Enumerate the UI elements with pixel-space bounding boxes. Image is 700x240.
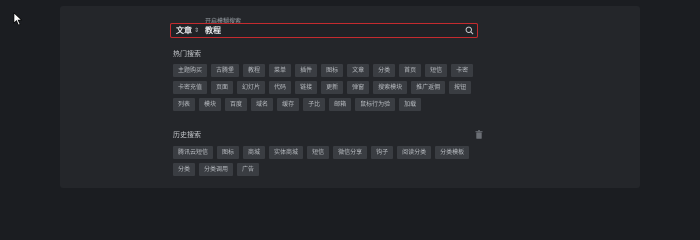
hot-tag[interactable]: 百度 — [225, 98, 248, 111]
hot-tag[interactable]: 菜单 — [269, 64, 292, 77]
hot-tag[interactable]: 文章 — [347, 64, 370, 77]
hot-tag[interactable]: 按钮 — [449, 81, 472, 94]
hot-tag[interactable]: 邮箱 — [329, 98, 352, 111]
history-search-title: 历史搜索 — [173, 131, 201, 139]
hot-tag[interactable]: 古腾堡 — [211, 64, 240, 77]
history-tag[interactable]: 短信 — [307, 146, 330, 159]
hot-tag[interactable]: 插件 — [295, 64, 318, 77]
hot-tag[interactable]: 页面 — [211, 81, 234, 94]
history-tag[interactable]: 广告 — [237, 163, 260, 176]
hot-tag[interactable]: 分类 — [373, 64, 396, 77]
hot-tag[interactable]: 链接 — [295, 81, 318, 94]
hot-tag[interactable]: 教程 — [243, 64, 266, 77]
history-tag[interactable]: 微信分享 — [333, 146, 368, 159]
history-tag[interactable]: 分类 — [173, 163, 196, 176]
history-tag[interactable]: 分类调用 — [199, 163, 234, 176]
hot-tag[interactable]: 鼠标行为验 — [355, 98, 396, 111]
hot-tag[interactable]: 代码 — [269, 81, 292, 94]
search-scope-select[interactable]: 文章 ⇕ — [171, 24, 203, 37]
history-tag[interactable]: 腾讯云短信 — [173, 146, 214, 159]
hot-tag[interactable]: 模块 — [199, 98, 222, 111]
hot-tag[interactable]: 推广返佣 — [411, 81, 446, 94]
history-tag[interactable]: 实体商城 — [269, 146, 304, 159]
history-search-tags: 腾讯云短信 图标 商城 实体商城 短信 微信分享 钩子 阅读分类 分类模板 分类… — [173, 146, 489, 176]
hot-tag[interactable]: 主题购买 — [173, 64, 208, 77]
hot-tag[interactable]: 搜索模块 — [373, 81, 408, 94]
hot-tag[interactable]: 域名 — [251, 98, 274, 111]
hot-tag[interactable]: 幻灯片 — [237, 81, 266, 94]
hot-search-tags: 主题购买 古腾堡 教程 菜单 插件 图标 文章 分类 首页 短信 卡密 卡密充值… — [173, 64, 489, 111]
hot-tag[interactable]: 卡密充值 — [173, 81, 208, 94]
history-tag[interactable]: 商城 — [243, 146, 266, 159]
history-tag[interactable]: 分类模板 — [435, 146, 470, 159]
hot-tag[interactable]: 卡密 — [451, 64, 474, 77]
hot-tag[interactable]: 子比 — [303, 98, 326, 111]
search-bar: 文章 ⇕ 教程 — [170, 23, 478, 38]
hot-tag[interactable]: 首页 — [399, 64, 422, 77]
hot-tag[interactable]: 缓存 — [277, 98, 300, 111]
history-tag[interactable]: 图标 — [217, 146, 240, 159]
search-input[interactable]: 教程 — [203, 25, 465, 36]
hot-tag[interactable]: 加载 — [399, 98, 422, 111]
hot-tag[interactable]: 图标 — [321, 64, 344, 77]
search-icon[interactable] — [465, 26, 474, 35]
sort-caret-icon: ⇕ — [194, 27, 200, 34]
hot-tag[interactable]: 短信 — [425, 64, 448, 77]
search-panel: 开启模糊搜索 文章 ⇕ 教程 热门搜索 主题购买 古腾堡 教程 菜单 插件 图标… — [60, 6, 640, 188]
history-tag[interactable]: 阅读分类 — [397, 146, 432, 159]
hot-tag[interactable]: 更新 — [321, 81, 344, 94]
hot-tag[interactable]: 列表 — [173, 98, 196, 111]
history-tag[interactable]: 钩子 — [371, 146, 394, 159]
hot-tag[interactable]: 弹窗 — [347, 81, 370, 94]
mouse-cursor-icon — [13, 12, 23, 26]
trash-icon[interactable] — [475, 130, 483, 139]
hot-search-title: 热门搜索 — [173, 50, 201, 58]
search-scope-label: 文章 — [176, 26, 192, 35]
